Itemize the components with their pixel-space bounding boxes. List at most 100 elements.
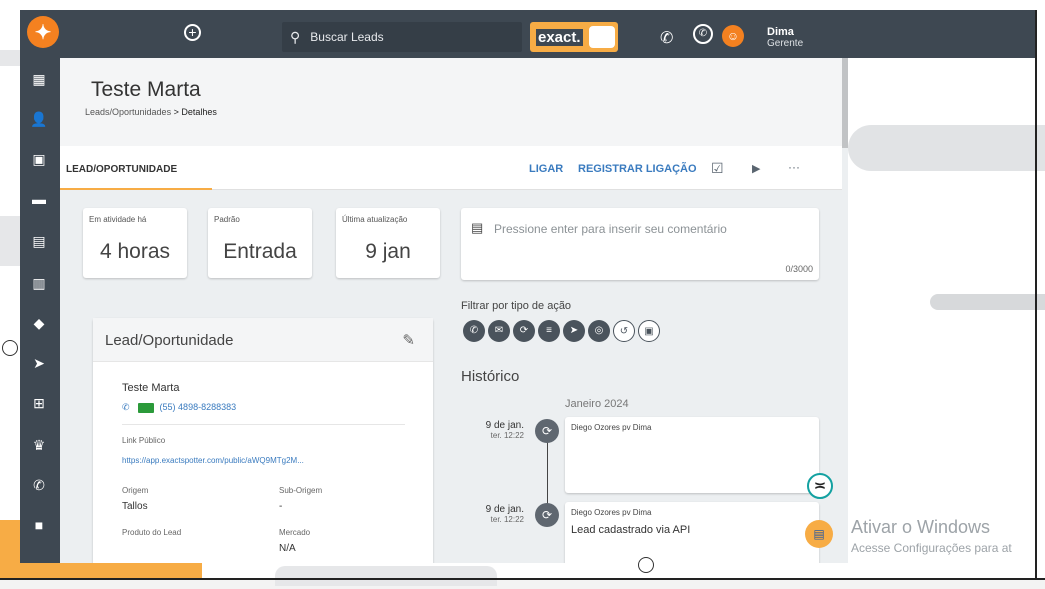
avatar[interactable]: ☺	[722, 25, 744, 47]
suborigin-value: -	[279, 501, 283, 512]
windows-activation-title: Ativar o Windows	[851, 517, 991, 537]
sync-icon: ⟳	[535, 503, 559, 527]
sidebar: ▦ 👤 ▣ ▬ ▤ ▥ ◆ ➤ ⊞ ♛ ✆ ■	[20, 58, 60, 563]
phone-icon: ✆	[122, 402, 130, 412]
history-card[interactable]: Diego Ozores pv Dima Lead cadastrado via…	[565, 502, 819, 563]
lead-card-title: Lead/Oportunidade	[105, 332, 234, 349]
desktop-pill	[848, 125, 1045, 171]
lead-card: Lead/Oportunidade ✎ Teste Marta ✆ (55) 48…	[93, 318, 433, 563]
divider	[122, 424, 405, 425]
comment-icon: ▤	[471, 220, 484, 235]
history-message: Lead cadastrado via API	[571, 524, 691, 536]
comment-placeholder: Pressione enter para inserir seu comentá…	[494, 222, 727, 236]
desktop-bg	[0, 216, 20, 266]
desktop-bg	[0, 50, 20, 66]
filter-label: Filtrar por tipo de ação	[461, 300, 572, 312]
user-name: Dima	[767, 26, 794, 38]
search-input[interactable]: ⚲ Buscar Leads	[282, 22, 522, 52]
briefcase-icon[interactable]: ▬	[28, 188, 50, 210]
brazil-flag-icon	[137, 402, 154, 413]
timeline-time: ter. 12:22	[490, 515, 524, 524]
timeline-time: ter. 12:22	[490, 431, 524, 440]
history-card[interactable]: Diego Ozores pv Dima	[565, 417, 819, 493]
phone-icon[interactable]: ✆	[660, 28, 673, 48]
suborigin-label: Sub-Origem	[279, 486, 323, 495]
filter-whatsapp-icon[interactable]: ◎	[588, 320, 610, 342]
desktop-pill	[275, 566, 497, 586]
desktop-strip	[0, 0, 1045, 10]
collapse-button[interactable]: ≍	[807, 473, 833, 499]
public-link[interactable]: https://app.exactspotter.com/public/aWQ9…	[122, 456, 304, 465]
filter-sync-icon[interactable]: ⟳	[513, 320, 535, 342]
filter-note-icon[interactable]: ≡	[538, 320, 560, 342]
brand-text: exact.	[536, 28, 583, 46]
page-title: Teste Marta	[91, 78, 201, 101]
filter-archive-icon[interactable]: ▣	[638, 320, 660, 342]
chart-icon[interactable]: ▥	[28, 272, 50, 294]
app-logo[interactable]: ✦	[27, 16, 59, 48]
hierarchy-icon[interactable]: ⊞	[28, 392, 50, 414]
building-icon[interactable]: ▤	[28, 230, 50, 252]
user-info[interactable]: Dima Gerente	[767, 26, 803, 49]
origin-label: Origem	[122, 486, 149, 495]
call-icon[interactable]: ✆	[28, 474, 50, 496]
market-label: Mercado	[279, 528, 311, 537]
timeline-date: 9 de jan. ter. 12:22	[472, 504, 524, 524]
filter-history-icon[interactable]: ↺	[613, 320, 635, 342]
edit-icon[interactable]: ✎	[402, 331, 415, 349]
public-link-label: Link Público	[122, 436, 166, 445]
call-button[interactable]: LIGAR	[529, 163, 563, 175]
timeline-day: 9 de jan.	[485, 504, 524, 515]
main-content: Teste Marta Leads/Oportunidades > Detalh…	[60, 58, 848, 563]
video-icon[interactable]: ■	[28, 514, 50, 536]
timeline-line	[547, 433, 548, 513]
send-icon[interactable]: ➤	[28, 352, 50, 374]
tab-underline	[60, 188, 212, 190]
stat-value: 4 horas	[99, 240, 171, 263]
market-value: N/A	[279, 543, 296, 554]
contacts-icon[interactable]: ▣	[28, 148, 50, 170]
more-button[interactable]: ···	[788, 160, 800, 174]
filter-send-icon[interactable]: ➤	[563, 320, 585, 342]
search-placeholder: Buscar Leads	[310, 30, 384, 44]
filter-email-icon[interactable]: ✉	[488, 320, 510, 342]
screen-border	[1035, 10, 1037, 580]
play-icon[interactable]: ▶	[752, 162, 760, 175]
stat-card-pattern: Padrão Entrada	[208, 208, 312, 278]
lead-phone-number: (55) 4898-8288383	[159, 402, 237, 412]
tab-lead-oportunidade[interactable]: LEAD/OPORTUNIDADE	[66, 164, 177, 175]
brand-badge[interactable]: exact.	[530, 22, 618, 52]
sync-icon: ⟳	[535, 419, 559, 443]
lead-phone[interactable]: ✆ (55) 4898-8288383	[122, 402, 236, 413]
add-icon[interactable]: +	[184, 24, 201, 41]
clipboard-check-icon[interactable]: ☑	[711, 160, 724, 177]
origin-value: Tallos	[122, 501, 148, 512]
windows-activation: Ativar o Windows Acesse Configurações pa…	[851, 517, 1012, 555]
dashboard-icon[interactable]: ▦	[28, 68, 50, 90]
breadcrumb-parent[interactable]: Leads/Oportunidades	[85, 107, 171, 117]
char-counter: 0/3000	[785, 264, 813, 274]
register-call-button[interactable]: REGISTRAR LIGAÇÃO	[578, 163, 697, 175]
page-header: Teste Marta Leads/Oportunidades > Detalh…	[60, 58, 842, 146]
filter-call-icon[interactable]: ✆	[463, 320, 485, 342]
stat-value: 9 jan	[365, 240, 411, 263]
history-month: Janeiro 2024	[565, 398, 629, 410]
cursor-ring	[638, 557, 654, 573]
stat-card-updated: Última atualização 9 jan	[336, 208, 440, 278]
whatsapp-icon[interactable]: ✆	[693, 24, 713, 44]
lead-name: Teste Marta	[122, 382, 180, 394]
history-author: Diego Ozores pv Dima	[571, 508, 652, 517]
windows-activation-sub: Acesse Configurações para at	[851, 541, 1012, 555]
search-icon: ⚲	[290, 28, 301, 45]
tab-bar: LEAD/OPORTUNIDADE LIGAR REGISTRAR LIGAÇÃ…	[60, 146, 842, 190]
comment-field[interactable]: ▤ Pressione enter para inserir seu comen…	[461, 208, 819, 280]
chat-button[interactable]: ▤	[805, 520, 833, 548]
scrollbar[interactable]	[842, 58, 848, 148]
stat-label: Em atividade há	[89, 215, 147, 224]
history-author: Diego Ozores pv Dima	[571, 423, 652, 432]
trophy-icon[interactable]: ♛	[28, 434, 50, 456]
stat-label: Última atualização	[342, 215, 408, 224]
tag-icon[interactable]: ◆	[28, 312, 50, 334]
breadcrumb: Leads/Oportunidades > Detalhes	[85, 107, 217, 117]
person-icon[interactable]: 👤	[28, 108, 50, 130]
